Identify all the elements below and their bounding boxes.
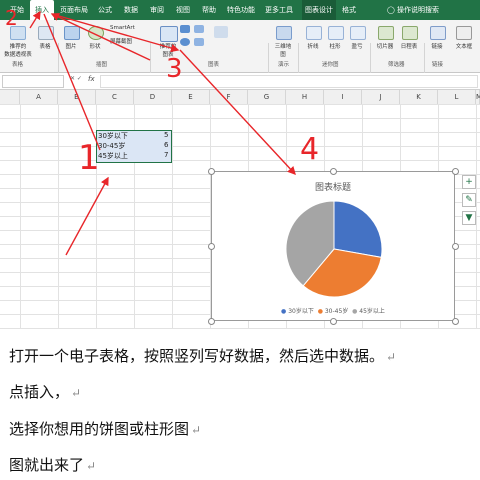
arrow-to-pie-icon [51, 13, 180, 53]
instruction-line: 打开一个电子表格，按照竖列写好数据，然后选中数据。 ↵ [9, 345, 396, 366]
return-mark: ↵ [191, 423, 202, 437]
arrow-to-chart-group [50, 13, 151, 61]
arrow-to-insert-tab [29, 10, 41, 29]
arrow-to-selection [65, 176, 109, 256]
return-mark: ↵ [386, 350, 397, 364]
annotation-number: 4 [300, 132, 320, 167]
instruction-text: 打开一个电子表格，按照竖列写好数据，然后选中数据。 [9, 347, 385, 365]
instruction-line: 图就出来了 ↵ [9, 454, 96, 475]
return-mark: ↵ [71, 386, 82, 400]
instruction-line: 点插入， ↵ [9, 381, 81, 402]
instruction-text: 点插入， [9, 383, 70, 401]
instruction-text: 图就出来了 [9, 456, 85, 474]
arrow-to-chart [179, 49, 296, 176]
annotation-number: 2 [5, 6, 18, 30]
return-mark: ↵ [86, 459, 97, 473]
instruction-text: 选择你想用的饼图或柱形图 [9, 420, 190, 438]
annotation-number: 1 [78, 138, 100, 178]
arrow-to-data [43, 13, 101, 151]
annotation-overlay [29, 10, 296, 256]
annotation-number: 3 [166, 54, 183, 84]
instruction-line: 选择你想用的饼图或柱形图 ↵ [9, 418, 201, 439]
